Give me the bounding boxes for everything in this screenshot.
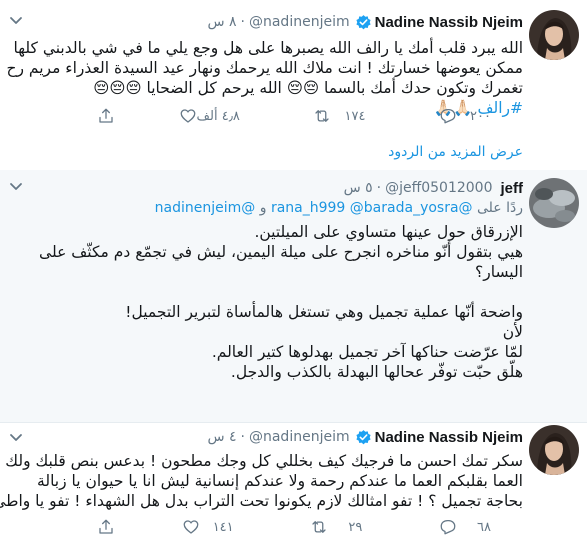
avatar[interactable] (529, 425, 579, 475)
tweet-header: Nadine Nassib Njeim @nadinenjeim · ٨ س (207, 12, 523, 32)
tweet-header: Nadine Nassib Njeim @nadinenjeim · ٤ س (207, 427, 523, 447)
mention-link[interactable]: @barada_yosra (350, 200, 459, 216)
user-handle[interactable]: @nadinenjeim (249, 429, 350, 445)
highlighted-reply[interactable]: jeff @jeff05012000 · ٥ س ردًا على @rana_… (0, 170, 587, 422)
mention-link[interactable]: @nadinenjeim (155, 200, 256, 216)
show-more-row[interactable]: عرض المزيد من الردود (0, 136, 587, 170)
like-button[interactable]: ٤٫٨ ألف (179, 107, 250, 125)
heart-icon (180, 109, 195, 123)
timestamp[interactable]: ٨ س (207, 14, 236, 30)
tweet-3[interactable]: Nadine Nassib Njeim @nadinenjeim · ٤ س س… (0, 423, 587, 545)
display-name[interactable]: Nadine Nassib Njeim (375, 429, 523, 446)
reply-count: ٦٨ (477, 519, 491, 535)
user-handle[interactable]: @nadinenjeim (249, 14, 350, 30)
like-count: ٤٫٨ ألف (196, 108, 240, 124)
retweet-icon (312, 521, 326, 533)
replying-to: ردًا على @rana_h999 @barada_yosra و @nad… (155, 200, 523, 216)
chevron-down-icon[interactable] (8, 178, 24, 194)
retweet-button[interactable]: ٢٩ (310, 518, 372, 536)
avatar[interactable] (529, 10, 579, 60)
chevron-down-icon[interactable] (8, 12, 24, 28)
tweet-text-line: الله يبرد قلب أمك يا رالف الله يصبرها عل… (13, 39, 523, 57)
reply-count: ٢٠٠ (470, 108, 491, 124)
separator-dot: · (376, 180, 382, 196)
user-handle[interactable]: @jeff05012000 (385, 180, 492, 196)
tweet-1[interactable]: Nadine Nassib Njeim @nadinenjeim · ٨ س ا… (0, 0, 587, 136)
heart-icon (183, 520, 199, 534)
timestamp[interactable]: ٥ س (344, 180, 373, 196)
separator-dot: · (240, 14, 245, 30)
replying-prefix: ردًا على (477, 200, 523, 216)
share-icon (99, 108, 113, 123)
tweet-text-line: العما بقلبكم العما ما عندكم رحمة ولا عند… (37, 472, 523, 490)
tweet-text-line: بحاجة تجميل ؟ ! تفو امثالك لازم يكونوا ت… (0, 492, 523, 510)
tweet-header: jeff @jeff05012000 · ٥ س (344, 178, 523, 198)
avatar[interactable] (529, 178, 579, 228)
retweet-icon (315, 110, 330, 122)
tweet-text-line: سكر تمك احسن ما فرجيك كيف بخللي كل وجك م… (5, 452, 523, 470)
display-name[interactable]: jeff (501, 180, 524, 197)
tweet-text-line: اليسار؟ (475, 263, 523, 281)
like-button[interactable]: ١٤١ (182, 518, 244, 536)
display-name[interactable]: Nadine Nassib Njeim (375, 14, 523, 31)
tweet-text-line: ممكن يعوضها خسارتك ! انت ملاك الله يرحمك… (6, 59, 523, 77)
tweet-actions: ٦٨ ٢٩ ١٤١ (97, 517, 501, 537)
tweet-text-line: لمّا عرّضت حناكها آخر تجميل بهدلوها كتير… (211, 343, 523, 361)
tweet-text: الإزرقاق حول عينها متساوي على الميلتين. … (39, 222, 523, 382)
tweet-text-line: تغمرك وتكون حدك أمك بالسما 😔😔 الله يرحم … (93, 79, 523, 97)
show-more-replies-link[interactable]: عرض المزيد من الردود (388, 144, 523, 160)
tweet-text-line: هيي بتقول أنّو مناخره انجرح على ميلة الي… (39, 243, 523, 261)
retweet-button[interactable]: ١٧٤ (313, 107, 375, 125)
tweet-text: سكر تمك احسن ما فرجيك كيف بخللي كل وجك م… (0, 451, 523, 511)
reply-icon (440, 108, 456, 124)
retweet-count: ١٧٤ (344, 108, 366, 124)
timestamp[interactable]: ٤ س (207, 429, 236, 445)
share-button[interactable] (97, 518, 115, 536)
share-button[interactable] (97, 107, 115, 125)
tweet-text-line: لأن (502, 323, 523, 341)
verified-badge-icon (355, 14, 372, 31)
reply-button[interactable]: ٢٠٠ (439, 107, 501, 125)
replying-and: و (259, 200, 267, 216)
verified-badge-icon (355, 429, 372, 446)
reply-icon (440, 519, 456, 535)
separator-dot: · (240, 429, 245, 445)
share-icon (99, 519, 113, 534)
tweet-actions: ٢٠٠ ١٧٤ ٤٫٨ ألف (97, 106, 501, 126)
reply-button[interactable]: ٦٨ (439, 518, 501, 536)
tweet-text-line: واضحة أنّها عملية تجميل وهي تستغل هالمأس… (125, 303, 523, 321)
like-count: ١٤١ (212, 519, 234, 535)
retweet-count: ٢٩ (348, 519, 363, 535)
chevron-down-icon[interactable] (8, 429, 24, 445)
tweet-text-line: هلّق حبّت توفّر عحالها البهدلة بالكذب وا… (230, 363, 523, 381)
tweet-text-line: الإزرقاق حول عينها متساوي على الميلتين. (254, 223, 523, 241)
